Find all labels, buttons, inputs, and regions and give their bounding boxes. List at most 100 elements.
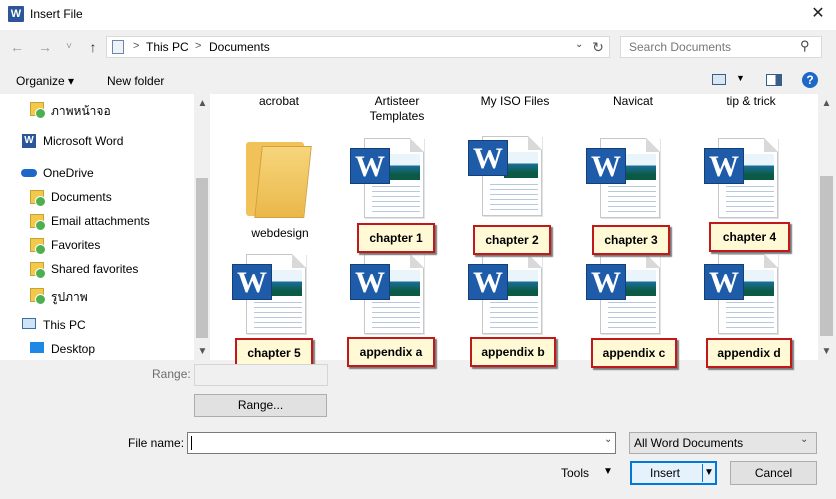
range-input [194,364,328,386]
address-bar[interactable]: > This PC > Documents ⌄ [106,36,610,58]
word-document-icon[interactable]: W [586,138,664,220]
computer-icon [22,318,36,329]
folder-name-tip-and-trick[interactable]: tip & trick [701,94,801,109]
refresh-icon[interactable]: ↻ [586,36,610,58]
preview-pane-icon[interactable] [766,74,782,86]
sidebar-item-this-pc[interactable]: This PC [0,314,194,336]
word-document-icon[interactable]: W [232,254,310,336]
scrollbar-thumb[interactable] [820,176,833,336]
tools-dropdown-icon[interactable]: ▼ [603,466,613,477]
folder-name-acrobat[interactable]: acrobat [229,94,329,109]
callout-label: appendix c [591,338,677,368]
word-icon: W [8,6,24,22]
file-name-input[interactable] [187,432,616,454]
view-options-icon[interactable] [712,74,726,85]
sidebar-item-shared-favorites[interactable]: Shared favorites [0,258,194,280]
sidebar-item-label: This PC [43,318,86,332]
word-document-icon[interactable]: W [704,254,782,336]
scroll-down-icon[interactable]: ▼ [818,346,835,357]
back-arrow-icon[interactable]: ← [8,38,26,56]
synced-folder-icon [30,102,46,119]
word-document-icon[interactable]: W [468,254,546,336]
word-icon: W [232,264,272,300]
scroll-up-icon[interactable]: ▲ [194,98,211,109]
synced-folder-icon [30,262,46,279]
synced-folder-icon [30,288,46,305]
close-button[interactable]: ✕ [808,4,828,24]
sidebar-item-label: Desktop [51,342,96,356]
organize-button[interactable]: Organize ▾ [16,74,74,88]
sidebar-item-label: Microsoft Word [43,134,124,148]
scroll-down-icon[interactable]: ▼ [194,346,211,357]
word-document-icon[interactable]: W [350,138,428,220]
help-icon[interactable]: ? [802,72,818,88]
sidebar-item-email-attachments[interactable]: Email attachments [0,210,194,232]
callout-label: appendix d [706,338,792,368]
new-folder-button[interactable]: New folder [107,74,164,88]
insert-button[interactable]: Insert ▼ [630,461,717,485]
chevron-down-icon[interactable]: ⌄ [800,434,808,445]
folder-name-my-iso-files[interactable]: My ISO Files [465,94,565,109]
range-label: Range: [152,367,191,381]
recent-locations-icon[interactable]: ˅ [60,38,78,56]
word-icon: W [468,140,508,176]
word-icon: W [350,264,390,300]
text-caret [191,436,192,450]
word-icon: W [704,264,744,300]
callout-label: chapter 2 [473,225,551,255]
desktop-icon [30,342,44,353]
sidebar-item-documents[interactable]: Documents [0,186,194,208]
sidebar-item-label: Shared favorites [51,262,139,276]
insert-button-label: Insert [650,466,681,480]
up-arrow-icon[interactable]: ↑ [84,38,102,56]
cloud-icon [21,169,37,177]
synced-folder-icon [30,190,46,207]
title-bar [0,0,836,30]
word-document-icon[interactable]: W [350,254,428,336]
word-document-icon[interactable]: W [586,254,664,336]
cancel-button[interactable]: Cancel [730,461,817,485]
breadcrumb-this-pc[interactable]: This PC [146,40,189,54]
search-icon[interactable]: ⚲ [800,38,810,54]
location-icon [112,40,124,54]
word-icon: W [22,134,36,148]
scroll-up-icon[interactable]: ▲ [818,98,835,109]
breadcrumb-documents[interactable]: Documents [209,40,270,54]
chevron-down-icon[interactable]: ⌄ [575,39,583,50]
sidebar-item-label: OneDrive [43,166,94,180]
callout-label: chapter 3 [592,225,670,255]
file-name-label: File name: [128,436,185,450]
sidebar-item-onedrive[interactable]: OneDrive [0,162,194,184]
chevron-right-icon[interactable]: > [195,40,201,52]
callout-label: appendix a [347,337,435,367]
word-icon: W [586,264,626,300]
range-button[interactable]: Range... [194,394,327,417]
callout-label: chapter 4 [709,222,790,252]
sidebar-item-label: Email attachments [51,214,150,228]
sidebar-item-screenshots[interactable]: ภาพหน้าจอ [0,98,194,120]
folder-name-artisteer-templates[interactable]: Artisteer Templates [347,94,447,124]
sidebar-item-desktop[interactable]: Desktop [0,338,194,360]
folder-name-navicat[interactable]: Navicat [583,94,683,109]
callout-label: chapter 1 [357,223,435,253]
insert-dropdown-icon[interactable]: ▼ [702,464,715,482]
synced-folder-icon [30,238,46,255]
sidebar-item-favorites[interactable]: Favorites [0,234,194,256]
scrollbar-thumb[interactable] [196,178,208,338]
chevron-right-icon[interactable]: > [133,40,139,52]
sidebar-item-pictures[interactable]: รูปภาพ [0,284,194,306]
folder-name-webdesign[interactable]: webdesign [230,226,330,240]
sidebar-item-microsoft-word[interactable]: W Microsoft Word [0,130,194,152]
word-document-icon[interactable]: W [704,138,782,220]
tools-button[interactable]: Tools [561,466,589,480]
window-title: Insert File [30,7,83,21]
chevron-down-icon[interactable]: ⌄ [604,434,612,445]
file-type-select[interactable]: All Word Documents [629,432,817,454]
sidebar-item-label: Favorites [51,238,101,252]
search-input[interactable]: Search Documents [620,36,822,58]
word-icon: W [704,148,744,184]
word-document-icon[interactable]: W [468,136,546,218]
chevron-down-icon[interactable]: ▼ [736,73,745,83]
synced-folder-icon [30,214,46,231]
forward-arrow-icon[interactable]: → [36,38,54,56]
